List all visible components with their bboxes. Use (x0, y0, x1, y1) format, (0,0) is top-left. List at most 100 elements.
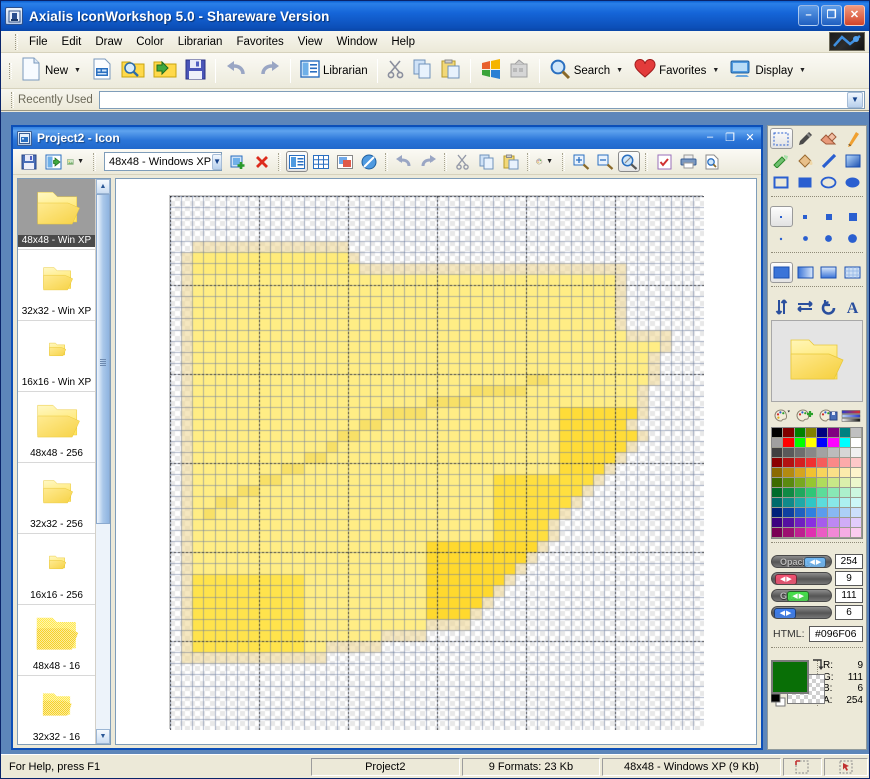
format-item[interactable]: 32x32 - 256 (18, 463, 95, 534)
palette-color-84[interactable] (817, 528, 828, 538)
palette-color-41[interactable] (783, 478, 794, 488)
formats-list[interactable]: 48x48 - Win XP 32x32 - Win XP 16x16 - Wi… (17, 178, 111, 745)
palette-color-81[interactable] (783, 528, 794, 538)
palette-color-58[interactable] (795, 498, 806, 508)
palette-color-63[interactable] (851, 498, 862, 508)
menu-favorites[interactable]: Favorites (229, 34, 290, 50)
format-item[interactable]: 16x16 - 256 (18, 534, 95, 605)
brush-size-4[interactable] (841, 206, 864, 227)
palette-color-26[interactable] (795, 458, 806, 468)
menu-window[interactable]: Window (329, 34, 384, 50)
menu-edit[interactable]: Edit (55, 34, 89, 50)
palette-color-69[interactable] (828, 508, 839, 518)
palette-color-77[interactable] (828, 518, 839, 528)
palette-color-56[interactable] (772, 498, 783, 508)
palette-color-57[interactable] (783, 498, 794, 508)
menu-view[interactable]: View (291, 34, 330, 50)
scrollbar-thumb[interactable] (96, 194, 110, 524)
palette-color-6[interactable] (840, 428, 851, 438)
mdi-minimize-button[interactable]: – (702, 129, 718, 145)
palette-color-29[interactable] (828, 458, 839, 468)
copy-button[interactable] (409, 56, 437, 86)
red-slider[interactable]: ◀▶ (771, 572, 832, 585)
flip-vertical-button[interactable] (770, 296, 793, 317)
formats-scroll-area[interactable]: 48x48 - Win XP 32x32 - Win XP 16x16 - Wi… (18, 179, 95, 744)
palette-color-17[interactable] (783, 448, 794, 458)
rectangle-filled-tool[interactable] (794, 172, 817, 193)
palette-color-79[interactable] (851, 518, 862, 528)
default-colors-icon[interactable] (771, 694, 787, 708)
palette-color-3[interactable] (806, 428, 817, 438)
format-item[interactable]: 32x32 - 16 (18, 676, 95, 744)
brush-round-3[interactable] (818, 228, 841, 249)
icon-canvas-area[interactable] (115, 178, 757, 745)
palette-color-11[interactable] (806, 438, 817, 448)
menu-help[interactable]: Help (384, 34, 422, 50)
eraser-tool[interactable] (818, 128, 841, 149)
show-preview-button[interactable] (286, 151, 308, 172)
palette-color-48[interactable] (772, 488, 783, 498)
chevron-down-icon[interactable]: ▼ (212, 154, 222, 170)
new-icon-project-button[interactable] (88, 56, 117, 86)
palette-color-42[interactable] (795, 478, 806, 488)
fill-gradient-v[interactable] (818, 262, 841, 283)
opacity-slider-knob[interactable]: ◀▶ (804, 557, 826, 568)
fill-solid[interactable] (770, 262, 793, 283)
palette-color-31[interactable] (851, 458, 862, 468)
palette-color-61[interactable] (828, 498, 839, 508)
paint-bucket-tool[interactable] (794, 150, 817, 171)
brush-size-1[interactable] (770, 206, 793, 227)
palette-color-83[interactable] (806, 528, 817, 538)
blue-slider[interactable]: ◀▶ (771, 606, 832, 619)
palette-color-45[interactable] (828, 478, 839, 488)
chevron-down-icon[interactable]: ▼ (71, 67, 84, 74)
save-button[interactable] (181, 56, 210, 86)
format-item[interactable]: 48x48 - Win XP (18, 179, 95, 250)
palette-color-80[interactable] (772, 528, 783, 538)
select-rectangle-tool[interactable] (770, 128, 793, 149)
palette-color-52[interactable] (817, 488, 828, 498)
palette-button[interactable]: ▼ (535, 151, 557, 172)
palette-color-51[interactable] (806, 488, 817, 498)
palette-color-34[interactable] (795, 468, 806, 478)
foreground-color-swatch[interactable] (771, 660, 809, 694)
green-slider-knob[interactable]: ◀▶ (787, 591, 809, 602)
format-item[interactable]: 32x32 - Win XP (18, 250, 95, 321)
palette-color-25[interactable] (783, 458, 794, 468)
palette-color-18[interactable] (795, 448, 806, 458)
brush-size-3[interactable] (818, 206, 841, 227)
palette-color-15[interactable] (851, 438, 862, 448)
import-image-button[interactable] (42, 151, 64, 172)
palette-save-button[interactable] (817, 407, 839, 424)
minimize-button[interactable]: – (798, 5, 819, 26)
text-tool-button[interactable]: A (841, 296, 864, 317)
format-item[interactable]: 48x48 - 256 (18, 392, 95, 463)
chevron-down-icon[interactable]: ▼ (543, 158, 556, 165)
mdi-close-button[interactable]: ✕ (742, 129, 758, 145)
palette-color-23[interactable] (851, 448, 862, 458)
palette-color-66[interactable] (795, 508, 806, 518)
palette-color-75[interactable] (806, 518, 817, 528)
chevron-down-icon[interactable]: ▼ (796, 67, 809, 74)
palette-color-62[interactable] (840, 498, 851, 508)
palette-color-43[interactable] (806, 478, 817, 488)
palette-color-70[interactable] (840, 508, 851, 518)
green-slider[interactable]: Grn◀▶ (771, 589, 832, 602)
palette-color-67[interactable] (806, 508, 817, 518)
airbrush-tool[interactable] (770, 150, 793, 171)
palette-color-76[interactable] (817, 518, 828, 528)
palette-color-68[interactable] (817, 508, 828, 518)
palette-select-button[interactable] (771, 407, 793, 424)
scroll-up-button[interactable]: ▲ (96, 179, 110, 194)
blue-slider-value[interactable]: 6 (835, 605, 863, 620)
palette-color-55[interactable] (851, 488, 862, 498)
gradient-tool[interactable] (841, 150, 864, 171)
editor-copy-button[interactable] (476, 151, 498, 172)
palette-color-71[interactable] (851, 508, 862, 518)
extract-icons-button[interactable] (505, 56, 534, 86)
palette-color-12[interactable] (817, 438, 828, 448)
fill-gradient-h[interactable] (794, 262, 817, 283)
add-format-button[interactable] (227, 151, 249, 172)
palette-color-27[interactable] (806, 458, 817, 468)
palette-color-2[interactable] (795, 428, 806, 438)
